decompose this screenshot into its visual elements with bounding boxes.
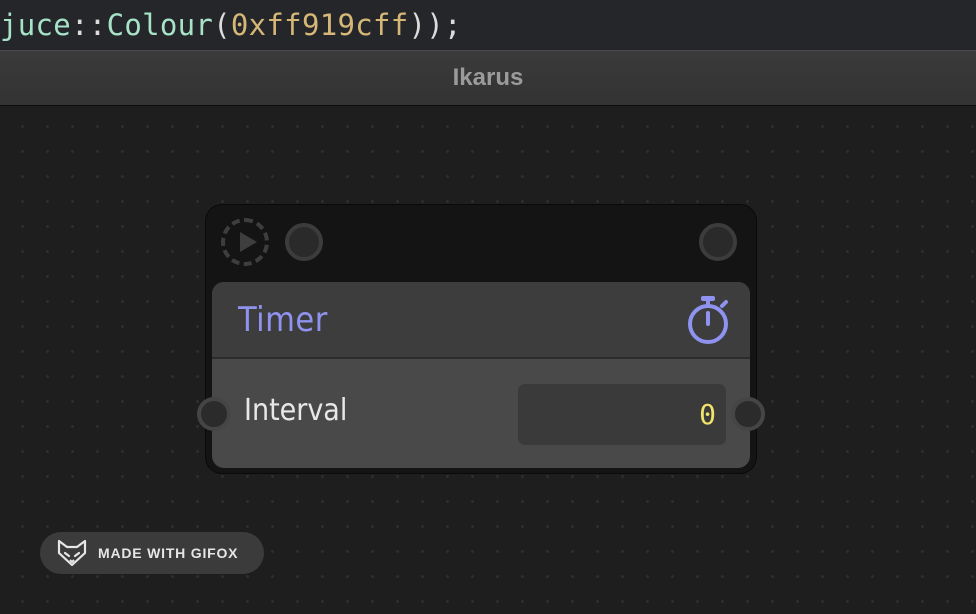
fox-icon: [57, 539, 87, 567]
node-title: Timer: [238, 300, 328, 340]
code-class-name: Colour: [106, 8, 214, 42]
flow-output-port[interactable]: [699, 223, 737, 261]
code-namespace: juce: [0, 8, 72, 42]
flow-input-port[interactable]: [285, 223, 323, 261]
interval-input-port[interactable]: [197, 397, 231, 431]
node-header[interactable]: Timer: [212, 282, 750, 359]
timer-node-body[interactable]: Timer Interval 0: [212, 282, 750, 468]
interval-output-port[interactable]: [731, 397, 765, 431]
code-hex-value: 0xff919cff: [230, 8, 409, 42]
code-close: ));: [408, 8, 462, 42]
code-line: juce::Colour(0xff919cff));: [0, 4, 462, 46]
play-triangle: [240, 232, 257, 252]
interval-label: Interval: [244, 393, 348, 428]
window-title: Ikarus: [452, 64, 524, 91]
stopwatch-icon: [688, 296, 728, 344]
interval-input[interactable]: 0: [518, 384, 726, 445]
gifox-watermark: MADE WITH GIFOX: [40, 532, 264, 574]
gifox-label: MADE WITH GIFOX: [98, 545, 239, 561]
window-titlebar[interactable]: Ikarus: [0, 50, 976, 106]
play-icon[interactable]: [221, 218, 269, 266]
code-scope-operator: ::: [71, 8, 107, 42]
code-open-paren: (: [213, 8, 231, 42]
code-editor-strip: juce::Colour(0xff919cff));: [0, 0, 976, 50]
interval-value: 0: [699, 398, 716, 431]
